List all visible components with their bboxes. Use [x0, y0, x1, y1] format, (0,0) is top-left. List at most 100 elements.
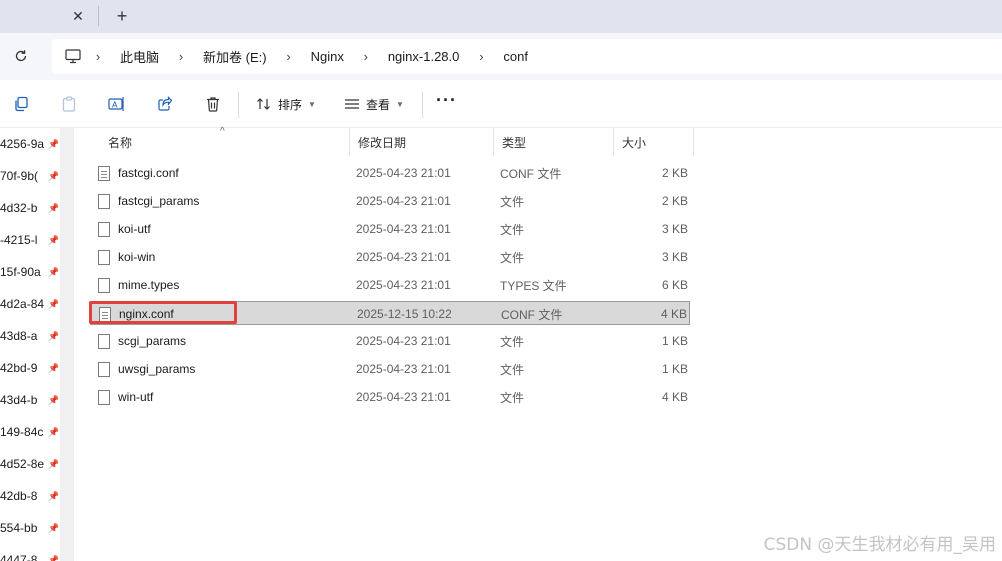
file-icon: [98, 221, 110, 237]
nav-item[interactable]: 42db-8 📌: [0, 480, 58, 512]
paste-icon[interactable]: [57, 92, 81, 116]
file-row[interactable]: scgi_params 2025-04-23 21:01 文件 1 KB: [90, 329, 690, 353]
copy-icon[interactable]: [9, 92, 33, 116]
close-tab-icon[interactable]: ✕: [68, 6, 88, 26]
delete-icon[interactable]: [201, 92, 225, 116]
file-row[interactable]: fastcgi_params 2025-04-23 21:01 文件 2 KB: [90, 189, 690, 213]
nav-item[interactable]: -4215-l 📌: [0, 224, 58, 256]
nav-item[interactable]: 42bd-9 📌: [0, 352, 58, 384]
file-size: 1 KB: [661, 334, 688, 348]
pin-icon: 📌: [48, 202, 58, 213]
column-header-name[interactable]: 名称: [100, 128, 350, 156]
file-type: TYPES 文件: [500, 278, 567, 293]
nav-item-label: 149-84c: [0, 425, 44, 439]
file-modified: 2025-04-23 21:01: [356, 166, 451, 180]
chevron-right-icon[interactable]: ›: [356, 49, 376, 64]
tab-bar: ✕ +: [0, 0, 1002, 33]
file-type: 文件: [500, 194, 525, 209]
nav-item[interactable]: 4256-9a 📌: [0, 128, 58, 160]
nav-item-label: -4215-l: [0, 233, 38, 247]
chevron-right-icon[interactable]: ›: [471, 49, 491, 64]
column-modified-label: 修改日期: [358, 135, 407, 150]
file-modified: 2025-04-23 21:01: [356, 194, 451, 208]
watermark: CSDN @天生我材必有用_吴用: [763, 535, 996, 555]
file-row[interactable]: mime.types 2025-04-23 21:01 TYPES 文件 6 KB: [90, 273, 690, 297]
nav-item[interactable]: 4447-8 📌: [0, 544, 58, 561]
column-header-modified[interactable]: 修改日期: [350, 128, 494, 156]
pin-icon: 📌: [48, 170, 58, 181]
nav-item-label: 42db-8: [0, 489, 38, 503]
nav-item[interactable]: 70f-9b(📌: [0, 160, 58, 192]
pin-icon: 📌: [48, 298, 58, 309]
pin-icon: 📌: [48, 330, 58, 341]
breadcrumb-nginx[interactable]: Nginx: [305, 49, 350, 64]
more-options-icon[interactable]: ···: [436, 91, 457, 109]
view-label: 查看: [366, 97, 391, 112]
nav-item[interactable]: 15f-90a 📌: [0, 256, 58, 288]
command-bar: A 排序 ▼ 查看 ▼ ···: [0, 80, 1002, 128]
file-name-cell: koi-utf: [98, 217, 151, 241]
nav-item[interactable]: 4d32-b 📌: [0, 192, 58, 224]
file-name: scgi_params: [118, 334, 187, 348]
chevron-down-icon: ▼: [308, 99, 316, 109]
file-modified: 2025-04-23 21:01: [356, 390, 451, 404]
file-icon: [98, 193, 110, 209]
breadcrumb[interactable]: › 此电脑 › 新加卷 (E:) › Nginx › nginx-1.28.0 …: [52, 39, 1002, 74]
chevron-right-icon[interactable]: ›: [171, 49, 191, 64]
file-row[interactable]: uwsgi_params 2025-04-23 21:01 文件 1 KB: [90, 357, 690, 381]
breadcrumb-nginx-version[interactable]: nginx-1.28.0: [382, 49, 466, 64]
nav-item[interactable]: 43d8-a 📌: [0, 320, 58, 352]
file-name: koi-win: [118, 250, 156, 264]
file-row[interactable]: koi-win 2025-04-23 21:01 文件 3 KB: [90, 245, 690, 269]
pin-icon: 📌: [48, 394, 58, 405]
nav-item[interactable]: 43d4-b 📌: [0, 384, 58, 416]
file-name-cell: fastcgi_params: [98, 189, 199, 213]
nav-item[interactable]: 149-84c 📌: [0, 416, 58, 448]
navigation-pane: 4256-9a 📌 70f-9b(📌 4d32-b 📌 -4215-l 📌 15f-90a 📌 4…: [0, 128, 60, 561]
column-name-label: 名称: [108, 135, 133, 150]
rename-icon[interactable]: A: [105, 92, 129, 116]
file-size: 4 KB: [661, 390, 688, 404]
file-name: mime.types: [118, 278, 180, 292]
breadcrumb-conf[interactable]: conf: [497, 49, 534, 64]
pin-icon: 📌: [48, 458, 58, 469]
file-row[interactable]: win-utf 2025-04-23 21:01 文件 4 KB: [90, 385, 690, 409]
chevron-down-icon: ▼: [396, 99, 404, 109]
text-file-icon: [98, 165, 110, 181]
sort-menu-button[interactable]: 排序 ▼: [256, 93, 316, 115]
breadcrumb-this-pc[interactable]: 此电脑: [114, 47, 165, 66]
pin-icon: 📌: [48, 362, 58, 373]
file-type: 文件: [500, 334, 525, 349]
file-name: fastcgi.conf: [118, 166, 179, 180]
nav-item-label: 4d32-b: [0, 201, 38, 215]
pin-icon: 📌: [48, 522, 58, 533]
file-modified: 2025-12-15 10:22: [357, 307, 452, 321]
new-tab-icon[interactable]: +: [112, 5, 132, 27]
file-name-cell: uwsgi_params: [98, 357, 195, 381]
view-menu-button[interactable]: 查看 ▼: [344, 93, 404, 115]
file-name-cell: scgi_params: [98, 329, 186, 353]
chevron-right-icon[interactable]: ›: [88, 49, 108, 64]
file-size: 4 KB: [660, 307, 687, 321]
file-size: 6 KB: [661, 278, 688, 292]
breadcrumb-drive-e[interactable]: 新加卷 (E:): [197, 47, 273, 66]
column-header-size[interactable]: 大小: [614, 128, 694, 156]
refresh-icon[interactable]: [10, 45, 32, 67]
file-size: 2 KB: [661, 194, 688, 208]
column-header-type[interactable]: 类型: [494, 128, 614, 156]
file-row[interactable]: koi-utf 2025-04-23 21:01 文件 3 KB: [90, 217, 690, 241]
file-modified: 2025-04-23 21:01: [356, 334, 451, 348]
file-name-cell: fastcgi.conf: [98, 161, 179, 185]
this-pc-icon[interactable]: [64, 48, 82, 66]
navigation-scrollbar[interactable]: [60, 128, 74, 561]
nav-item[interactable]: 4d2a-84 📌: [0, 288, 58, 320]
share-icon[interactable]: [153, 92, 177, 116]
file-name-cell: win-utf: [98, 385, 153, 409]
nav-item[interactable]: 4d52-8e 📌: [0, 448, 58, 480]
file-modified: 2025-04-23 21:01: [356, 362, 451, 376]
nav-item[interactable]: 554-bb 📌: [0, 512, 58, 544]
chevron-right-icon[interactable]: ›: [279, 49, 299, 64]
pin-icon: 📌: [48, 490, 58, 501]
file-row[interactable]: fastcgi.conf 2025-04-23 21:01 CONF 文件 2 KB: [90, 161, 690, 185]
file-name: win-utf: [118, 390, 154, 404]
